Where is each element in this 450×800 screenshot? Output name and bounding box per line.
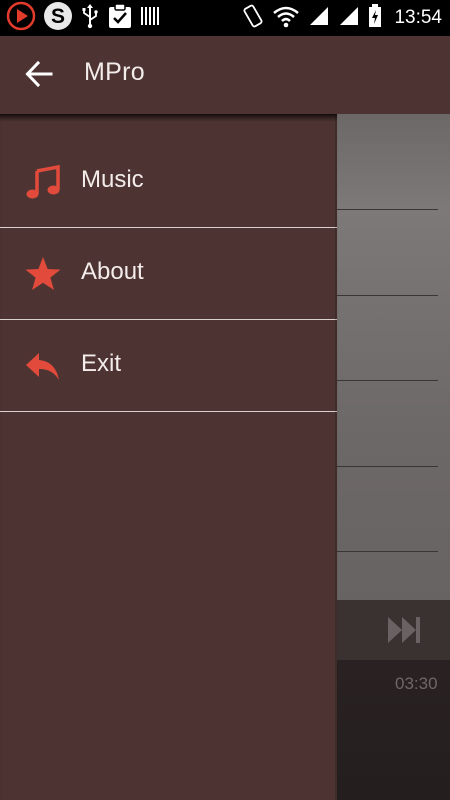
drawer-item-label: Music [81, 166, 144, 193]
status-bar: S 13:54 [0, 0, 450, 36]
background-divider [337, 466, 438, 467]
background-content [337, 114, 450, 636]
background-divider [337, 209, 438, 210]
drawer-item-about[interactable]: About [0, 228, 337, 320]
background-divider [337, 380, 438, 381]
music-note-icon [24, 163, 62, 201]
drawer-shadow [0, 114, 337, 122]
reply-arrow-icon [24, 347, 62, 385]
status-bar-system: 13:54 [242, 3, 442, 33]
skype-icon: S [42, 0, 74, 36]
fast-forward-icon[interactable] [386, 614, 422, 650]
usb-icon [80, 3, 100, 33]
play-icon [6, 1, 36, 35]
app-title: MPro [84, 58, 145, 86]
drawer-item-music[interactable]: Music [0, 136, 337, 228]
background-app: 03:30 [337, 36, 450, 800]
track-time: 03:30 [395, 674, 438, 693]
battery-charging-icon [368, 4, 382, 32]
player-controls [337, 600, 450, 660]
player-panel: 03:30 [337, 600, 450, 800]
barcode-icon [140, 5, 160, 31]
signal-icon [308, 5, 330, 31]
wifi-icon [272, 4, 300, 32]
signal-icon-2 [338, 5, 360, 31]
drawer-item-label: Exit [81, 350, 122, 377]
arrow-left-icon[interactable] [25, 60, 53, 91]
drawer-item-label: About [81, 258, 144, 285]
app-bar: MPro [0, 36, 450, 114]
status-bar-notifications: S [6, 0, 160, 36]
drawer-item-exit[interactable]: Exit [0, 320, 337, 412]
background-divider [337, 295, 438, 296]
vibrate-icon [242, 3, 264, 33]
status-time: 13:54 [394, 7, 442, 28]
clipboard-check-icon [106, 2, 134, 34]
star-icon [24, 255, 62, 293]
background-divider [337, 551, 438, 552]
svg-text:S: S [51, 5, 65, 28]
drawer-edge-shadow [335, 114, 338, 800]
navigation-drawer: Music About Exit [0, 114, 337, 800]
